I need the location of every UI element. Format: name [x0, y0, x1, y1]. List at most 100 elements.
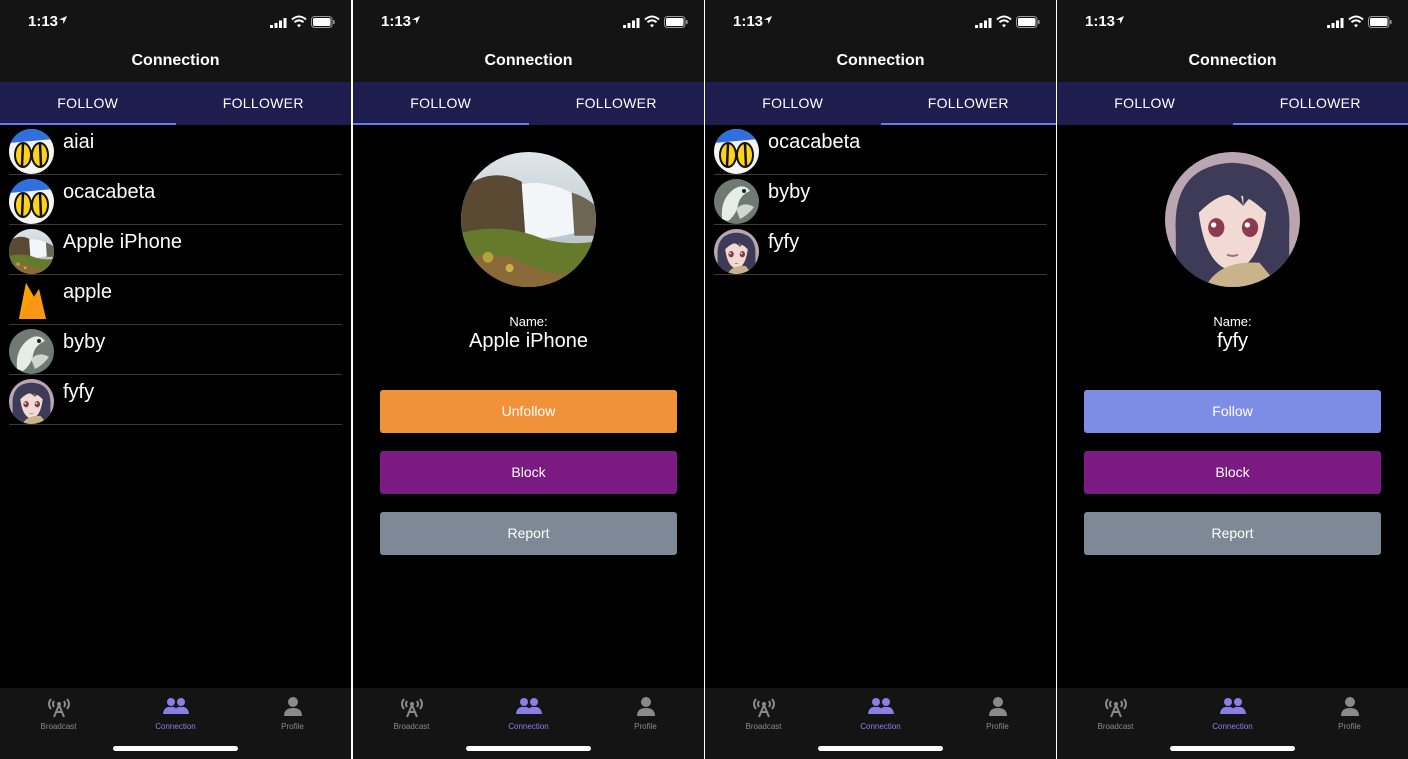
tab-follower[interactable]: FOLLOWER	[529, 82, 705, 125]
name-label: Name:	[509, 314, 548, 329]
tabbar-label: Connection	[1212, 722, 1253, 731]
page-title: Connection	[1188, 52, 1277, 69]
person-icon	[1340, 697, 1359, 716]
list-item[interactable]: fyfy	[714, 225, 1047, 275]
tabbar-label: Profile	[634, 722, 657, 731]
status-bar: 1:13	[0, 0, 351, 44]
list-item[interactable]: apple	[9, 275, 342, 325]
user-name: ocacabeta	[63, 181, 156, 203]
tabbar-broadcast[interactable]: Broadcast	[1057, 688, 1174, 759]
list-item[interactable]: byby	[714, 175, 1047, 225]
tab-follower[interactable]: FOLLOWER	[880, 82, 1057, 125]
block-button[interactable]: Block	[380, 451, 677, 494]
tab-follower[interactable]: FOLLOWER	[1232, 82, 1408, 125]
tab-follow[interactable]: FOLLOW	[0, 82, 176, 125]
user-name: apple	[63, 281, 112, 303]
avatar	[9, 179, 54, 224]
home-indicator	[466, 746, 591, 751]
user-name: Apple iPhone	[63, 231, 182, 253]
follow-button[interactable]: Follow	[1084, 390, 1381, 433]
user-list: ocacabeta byby fyfy	[705, 125, 1056, 275]
battery-icon	[664, 16, 688, 28]
location-arrow-icon	[764, 16, 772, 24]
phone-screen-follow-detail: 1:13 Connection FOLLOW FOLLOWER Name: Apple i…	[353, 0, 704, 759]
user-name: byby	[63, 331, 106, 353]
tabbar-profile[interactable]: Profile	[234, 688, 351, 759]
tabbar-label: Profile	[281, 722, 304, 731]
phone-screen-follower-detail: 1:13 Connection FOLLOW FOLLOWER Name: fyfy Fol…	[1057, 0, 1408, 759]
tab-follow[interactable]: FOLLOW	[1057, 82, 1233, 125]
navigation-bar: Connection	[0, 44, 351, 82]
tabbar-profile[interactable]: Profile	[939, 688, 1056, 759]
tab-follow[interactable]: FOLLOW	[353, 82, 529, 125]
status-time: 1:13	[1085, 13, 1116, 30]
page-title: Connection	[836, 52, 925, 69]
avatar	[714, 179, 759, 224]
broadcast-icon	[400, 698, 423, 718]
tabbar-label: Broadcast	[40, 722, 77, 731]
wifi-icon	[644, 15, 660, 28]
wifi-icon	[1348, 15, 1364, 28]
report-button[interactable]: Report	[380, 512, 677, 555]
tabbar-broadcast[interactable]: Broadcast	[705, 688, 822, 759]
location-arrow-icon	[1116, 16, 1124, 24]
tabbar-label: Broadcast	[1097, 722, 1134, 731]
people-icon	[162, 698, 189, 714]
avatar	[9, 279, 54, 324]
tabbar-profile[interactable]: Profile	[587, 688, 704, 759]
status-time: 1:13	[28, 13, 59, 30]
tabbar-broadcast[interactable]: Broadcast	[353, 688, 470, 759]
user-name: Apple iPhone	[469, 330, 588, 352]
avatar	[9, 379, 54, 424]
page-title: Connection	[131, 52, 220, 69]
cellular-signal-icon	[270, 18, 287, 28]
tab-follow[interactable]: FOLLOW	[705, 82, 881, 125]
home-indicator	[818, 746, 943, 751]
connection-tabs: FOLLOW FOLLOWER	[0, 82, 351, 125]
wifi-icon	[291, 15, 307, 28]
list-item[interactable]: ocacabeta	[714, 125, 1047, 175]
profile-avatar	[461, 152, 596, 287]
block-button[interactable]: Block	[1084, 451, 1381, 494]
people-icon	[515, 698, 542, 714]
home-indicator	[113, 746, 238, 751]
list-item[interactable]: fyfy	[9, 375, 342, 425]
user-name: ocacabeta	[768, 131, 861, 153]
user-list: aiai ocacabeta Apple iPhone apple byby fyfy	[0, 125, 351, 425]
people-icon	[1219, 698, 1246, 714]
list-item[interactable]: byby	[9, 325, 342, 375]
list-item[interactable]: aiai	[9, 125, 342, 175]
user-name: fyfy	[768, 231, 800, 253]
battery-icon	[1368, 16, 1392, 28]
broadcast-icon	[752, 698, 775, 718]
avatar	[714, 229, 759, 274]
list-item[interactable]: ocacabeta	[9, 175, 342, 225]
tabbar-label: Broadcast	[745, 722, 782, 731]
cellular-signal-icon	[1327, 18, 1344, 28]
tabbar-label: Profile	[1338, 722, 1361, 731]
broadcast-icon	[47, 698, 70, 718]
tabbar-profile[interactable]: Profile	[1291, 688, 1408, 759]
navigation-bar: Connection	[353, 44, 704, 82]
navigation-bar: Connection	[705, 44, 1056, 82]
status-bar: 1:13	[1057, 0, 1408, 44]
status-time: 1:13	[733, 13, 764, 30]
location-arrow-icon	[59, 16, 67, 24]
avatar	[9, 329, 54, 374]
screenshot-stage: 1:13 Connection FOLLOW FOLLOWER aiai ocacabet…	[0, 0, 1408, 759]
connection-tabs: FOLLOW FOLLOWER	[353, 82, 704, 125]
status-time: 1:13	[381, 13, 412, 30]
person-icon	[988, 697, 1007, 716]
tab-follower[interactable]: FOLLOWER	[176, 82, 352, 125]
list-item[interactable]: Apple iPhone	[9, 225, 342, 275]
avatar	[9, 129, 54, 174]
tabbar-broadcast[interactable]: Broadcast	[0, 688, 117, 759]
report-button[interactable]: Report	[1084, 512, 1381, 555]
unfollow-button[interactable]: Unfollow	[380, 390, 677, 433]
status-bar: 1:13	[353, 0, 704, 44]
avatar	[9, 229, 54, 274]
connection-tabs: FOLLOW FOLLOWER	[1057, 82, 1408, 125]
tabbar-label: Profile	[986, 722, 1009, 731]
wifi-icon	[996, 15, 1012, 28]
tabbar-label: Connection	[860, 722, 901, 731]
